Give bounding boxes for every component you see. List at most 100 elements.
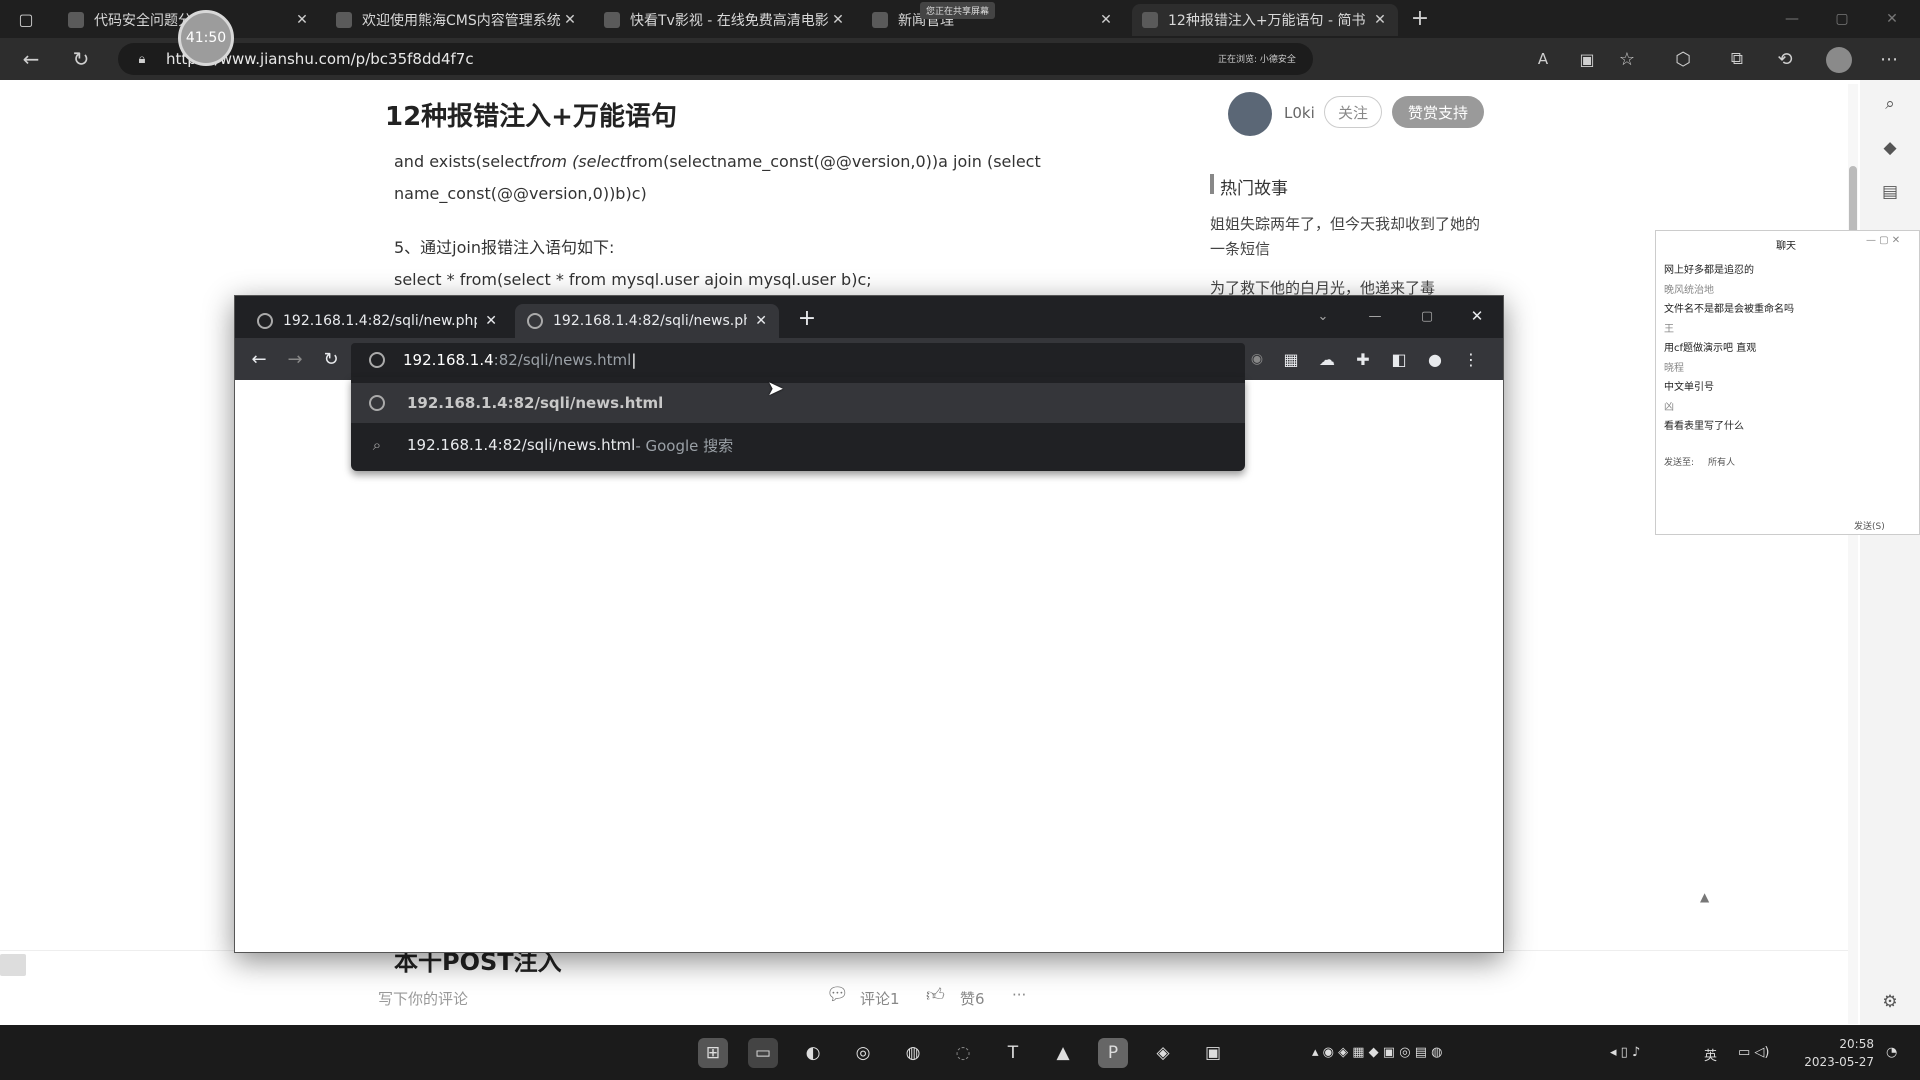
follow-button[interactable]: 关注 bbox=[1324, 96, 1382, 128]
settings-gear-icon[interactable]: ⚙ bbox=[1878, 990, 1902, 1014]
clock-time[interactable]: 20:58 bbox=[1800, 1037, 1874, 1051]
edge-icon[interactable]: ◐ bbox=[798, 1038, 828, 1068]
maximize-icon[interactable]: ▢ bbox=[1415, 304, 1439, 328]
search-icon[interactable]: ⌕ bbox=[1878, 92, 1902, 116]
comment-input[interactable]: 写下你的评论 bbox=[378, 988, 468, 1009]
close-window-icon[interactable]: ✕ bbox=[1880, 8, 1904, 30]
comment-icon[interactable]: 💬︎ bbox=[826, 984, 849, 1005]
weibo-icon[interactable]: ◈ bbox=[1148, 1038, 1178, 1068]
tab-search-chevron-icon[interactable]: ⌄ bbox=[1311, 304, 1335, 328]
tab-favicon-icon bbox=[604, 12, 620, 28]
tab-close-icon[interactable]: ✕ bbox=[1098, 12, 1114, 28]
immersive-reader-icon[interactable]: ▣ bbox=[1574, 47, 1600, 71]
tab-favicon-icon bbox=[872, 12, 888, 28]
reward-button[interactable]: 赞赏支持 bbox=[1392, 96, 1484, 128]
tag-icon[interactable]: ◆ bbox=[1878, 136, 1902, 160]
suggestion-search[interactable]: ⌕ 192.168.1.4:82/sqli/news.html - Google… bbox=[351, 425, 1245, 465]
notification-icon[interactable]: ◔ bbox=[1886, 1045, 1897, 1060]
address-bar[interactable]: 🔒︎ https://www.jianshu.com/p/bc35f8dd4f7… bbox=[118, 43, 1313, 75]
new-tab-icon[interactable]: + bbox=[795, 306, 819, 331]
extensions-puzzle-icon[interactable]: ✚ bbox=[1351, 347, 1375, 371]
collections-icon[interactable]: ⧉ bbox=[1724, 47, 1750, 71]
clock-date[interactable]: 2023-05-27 bbox=[1800, 1055, 1874, 1069]
read-aloud-icon[interactable]: A bbox=[1530, 47, 1556, 71]
side-panel-icon[interactable]: ◧ bbox=[1387, 347, 1411, 371]
minimize-icon[interactable]: — bbox=[1780, 8, 1804, 30]
lock-icon[interactable]: 🔒︎ bbox=[134, 50, 150, 68]
network-volume-icons[interactable]: ▭ ◁) bbox=[1738, 1045, 1769, 1060]
chat-message: 晓程 bbox=[1664, 362, 1684, 374]
tray-system-icons[interactable]: ◂ ▯ ♪ bbox=[1610, 1045, 1640, 1060]
back-icon[interactable]: ← bbox=[247, 347, 271, 371]
minimize-icon[interactable]: — bbox=[1363, 304, 1387, 328]
extensions-icon[interactable]: ⬡ bbox=[1670, 47, 1696, 71]
edge-toolbar: ← ↻ 🔒︎ https://www.jianshu.com/p/bc35f8d… bbox=[0, 38, 1920, 80]
chrome-tab-label: 192.168.1.4:82/sqli/new.php?i bbox=[283, 313, 478, 329]
tab-close-icon[interactable]: ✕ bbox=[755, 313, 767, 329]
back-icon[interactable]: ← bbox=[18, 47, 44, 71]
more-menu-icon[interactable]: ⋯ bbox=[1876, 47, 1902, 71]
firefox-icon[interactable]: ◍ bbox=[898, 1038, 928, 1068]
new-tab-icon[interactable]: + bbox=[1408, 6, 1432, 31]
favorite-star-icon[interactable]: ☆ bbox=[1614, 47, 1640, 71]
taskbar: ⊞ ▭ ◐ ◎ ◍ ◌ T ▲ P ◈ ▣ ▴ ◉ ◈ ▦ ◆ ▣ ◎ ▤ ◍ … bbox=[0, 1025, 1920, 1080]
refresh-icon[interactable]: ↻ bbox=[68, 47, 94, 71]
more-actions[interactable]: ··· bbox=[1012, 986, 1026, 1004]
toolbox-icon[interactable]: ▤ bbox=[1878, 180, 1902, 204]
forward-icon[interactable]: → bbox=[283, 347, 307, 371]
cast-icon[interactable]: ◉ bbox=[1245, 347, 1269, 371]
like-icon[interactable]: 👍︎ bbox=[926, 984, 945, 1006]
history-icon[interactable]: ⟲ bbox=[1772, 47, 1798, 71]
scroll-top-icon[interactable]: ▲ bbox=[1700, 890, 1709, 904]
file-explorer-icon[interactable]: ▭ bbox=[748, 1038, 778, 1068]
tab-favicon-icon bbox=[1142, 12, 1158, 28]
search-icon: ⌕ bbox=[372, 436, 382, 454]
tab-close-icon[interactable]: ✕ bbox=[294, 12, 310, 28]
profile-icon[interactable]: ● bbox=[1423, 347, 1447, 371]
edge-tab-2[interactable]: 欢迎使用熊海CMS内容管理系统 ✕ bbox=[326, 4, 588, 36]
phpstorm-icon[interactable]: ▣ bbox=[1198, 1038, 1228, 1068]
qr-extension-icon[interactable]: ▦ bbox=[1279, 347, 1303, 371]
tray-icons[interactable]: ▴ ◉ ◈ ▦ ◆ ▣ ◎ ▤ ◍ bbox=[1312, 1045, 1442, 1060]
side-tab-handle[interactable] bbox=[0, 954, 26, 976]
close-window-icon[interactable]: ✕ bbox=[1465, 304, 1489, 328]
send-to-select[interactable]: 所有人 bbox=[1708, 455, 1735, 468]
tab-actions-icon[interactable]: ▢ bbox=[14, 8, 38, 30]
chat-window-controls[interactable]: — ▢ ✕ bbox=[1866, 235, 1900, 246]
story-link-1[interactable]: 姐姐失踪两年了，但今天我却收到了她的一条短信 bbox=[1210, 212, 1480, 262]
ime-indicator[interactable]: 英 bbox=[1704, 1045, 1717, 1064]
edge-tab-label: 12种报错注入+万能语句 - 简书 bbox=[1168, 13, 1366, 29]
suggestion-url[interactable]: 192.168.1.4:82/sqli/news.html bbox=[351, 383, 1245, 423]
edge-tab-5-active[interactable]: 12种报错注入+万能语句 - 简书 ✕ bbox=[1132, 4, 1398, 36]
tab-close-icon[interactable]: ✕ bbox=[562, 12, 578, 28]
reload-icon[interactable]: ↻ bbox=[319, 347, 343, 371]
send-button[interactable]: 发送(S) bbox=[1854, 519, 1885, 532]
edge-tab-3[interactable]: 快看Tv影视 - 在线免费高清电影 ✕ bbox=[594, 4, 856, 36]
maximize-icon[interactable]: ▢ bbox=[1830, 8, 1854, 30]
cloud-extension-icon[interactable]: ☁ bbox=[1315, 347, 1339, 371]
tab-close-icon[interactable]: ✕ bbox=[485, 313, 497, 329]
suggestion-search-text: 192.168.1.4:82/sqli/news.html bbox=[407, 436, 636, 454]
photos-icon[interactable]: ▲ bbox=[1048, 1038, 1078, 1068]
app-icon[interactable]: ◌ bbox=[948, 1038, 978, 1068]
comment-count[interactable]: 评论1 bbox=[860, 988, 900, 1009]
p-app-icon[interactable]: P bbox=[1098, 1038, 1128, 1068]
globe-icon bbox=[369, 395, 385, 411]
edge-tab-label: 欢迎使用熊海CMS内容管理系统 bbox=[362, 13, 561, 29]
author-name[interactable]: L0ki bbox=[1284, 104, 1315, 122]
profile-avatar[interactable] bbox=[1826, 47, 1852, 73]
like-count[interactable]: 赞6 bbox=[960, 988, 985, 1009]
start-icon[interactable]: ⊞ bbox=[698, 1038, 728, 1068]
chrome-tab-1[interactable]: 192.168.1.4:82/sqli/new.php?i ✕ bbox=[245, 304, 509, 338]
tab-close-icon[interactable]: ✕ bbox=[1372, 12, 1388, 28]
chrome-tab-2-active[interactable]: 192.168.1.4:82/sqli/news.php ✕ bbox=[515, 304, 779, 338]
text-caret: | bbox=[631, 351, 637, 369]
chrome-menu-icon[interactable]: ⋮ bbox=[1459, 347, 1483, 371]
typora-icon[interactable]: T bbox=[998, 1038, 1028, 1068]
tab-favicon-icon bbox=[336, 12, 352, 28]
author-avatar[interactable] bbox=[1228, 92, 1272, 136]
chrome-icon[interactable]: ◎ bbox=[848, 1038, 878, 1068]
omnibox-input[interactable]: 192.168.1.4:82/sqli/news.html | bbox=[351, 343, 1245, 377]
page-scrollbar[interactable] bbox=[1848, 84, 1858, 1024]
tab-close-icon[interactable]: ✕ bbox=[830, 12, 846, 28]
